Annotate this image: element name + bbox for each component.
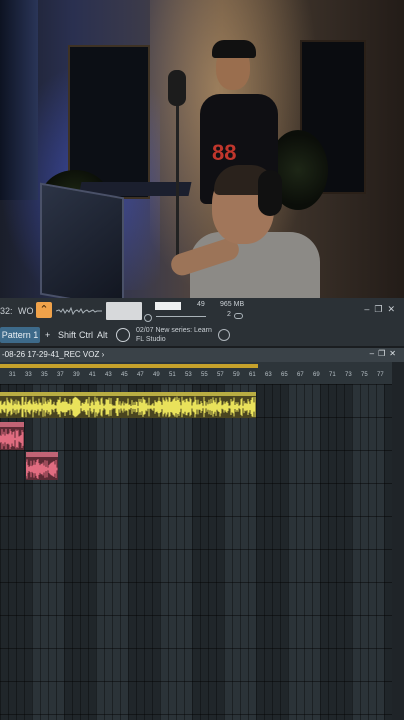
audio-clip-vocal-1[interactable] [0,422,24,450]
ram-icon [234,313,243,319]
restore-icon[interactable]: ❐ [378,349,389,358]
alt-button[interactable]: Alt [97,330,108,340]
jersey-number: 88 [212,140,237,165]
clip-header [26,452,58,457]
metronome-button[interactable]: ⌃ [36,302,52,318]
tempo-display[interactable]: 32: [0,306,13,316]
timeline-tick: 39 [73,372,80,378]
timeline-tick: 67 [297,372,304,378]
arrow-icon: › [101,350,105,359]
news-line1: New series: Learn [155,327,212,334]
timeline-tick: 69 [313,372,320,378]
timeline-tick: 51 [169,372,176,378]
playlist-window-controls: –❐✕ [370,349,400,358]
news-panel[interactable]: 02/07 New series: Learn FL Studio [136,326,212,344]
timeline-tick: 31 [9,372,16,378]
loop-region[interactable] [0,364,258,368]
timeline-tick: 35 [41,372,48,378]
timeline-ruler[interactable]: 31 33 35 37 39 41 43 45 47 49 51 53 55 57 59 61 63 65 67 69… [0,362,392,385]
chat-icon[interactable] [116,328,130,342]
poly-value: 2 [227,311,231,318]
minimize-icon[interactable]: – [364,304,374,314]
cpu-bar [156,316,206,317]
curtain [0,0,38,200]
timeline-tick: 53 [185,372,192,378]
webcam-video: 88 [0,0,404,298]
timeline-tick: 41 [89,372,96,378]
timeline-tick: 71 [329,372,336,378]
daw-window: 32: WO ⌃ 49 965 MB 2 –❐✕ Pattern 1 + Shi… [0,298,404,720]
oscilloscope [56,306,102,316]
news-date: 02/07 [136,327,154,334]
studio-monitor [40,182,124,298]
shift-button[interactable]: Shift [58,330,76,340]
mode-label[interactable]: WO [18,306,34,316]
timeline-tick: 37 [57,372,64,378]
playlist-titlebar: -08-26 17-29-41_REC VOZ › –❐✕ [0,348,404,362]
audio-clip-main[interactable] [0,392,256,418]
timeline-tick: 77 [377,372,384,378]
timeline-tick: 55 [201,372,208,378]
headphones [258,170,282,216]
playlist-title: -08-26 17-29-41_REC VOZ › [2,350,105,359]
timeline-tick: 49 [153,372,160,378]
microphone [168,70,186,106]
restore-icon[interactable]: ❐ [374,304,387,314]
timeline-tick: 63 [265,372,272,378]
vertical-scrollbar[interactable] [392,362,404,720]
timeline-tick: 43 [105,372,112,378]
clip-header [0,422,24,427]
cpu-meter [155,302,181,310]
grid-bars [0,384,392,720]
ctrl-button[interactable]: Ctrl [79,330,93,340]
main-toolbar: 32: WO ⌃ 49 965 MB 2 –❐✕ [0,298,404,325]
close-icon[interactable]: ✕ [389,349,400,358]
clock-icon [144,314,152,322]
timeline-tick: 73 [345,372,352,378]
timeline-tick: 75 [361,372,368,378]
timeline-tick: 59 [233,372,240,378]
secondary-toolbar: Pattern 1 + Shift Ctrl Alt 02/07 New ser… [0,324,404,346]
add-pattern-button[interactable]: + [45,330,50,340]
timeline-tick: 57 [217,372,224,378]
clip-waveform [0,396,256,418]
memory-value: 965 MB [220,301,245,308]
minimize-icon[interactable]: – [370,349,378,358]
pattern-selector[interactable]: Pattern 1 [0,327,40,343]
globe-icon[interactable] [218,329,230,341]
cap [212,40,256,58]
news-line2: FL Studio [136,336,166,343]
timeline-tick: 45 [121,372,128,378]
timeline-tick: 33 [25,372,32,378]
timeline-tick: 65 [281,372,288,378]
close-icon[interactable]: ✕ [387,304,400,314]
master-meter [106,302,142,320]
audio-clip-vocal-2[interactable] [25,452,58,480]
timeline-tick: 61 [249,372,256,378]
cpu-value: 49 [197,301,205,308]
window-controls: –❐✕ [364,304,400,315]
timeline-tick: 47 [137,372,144,378]
